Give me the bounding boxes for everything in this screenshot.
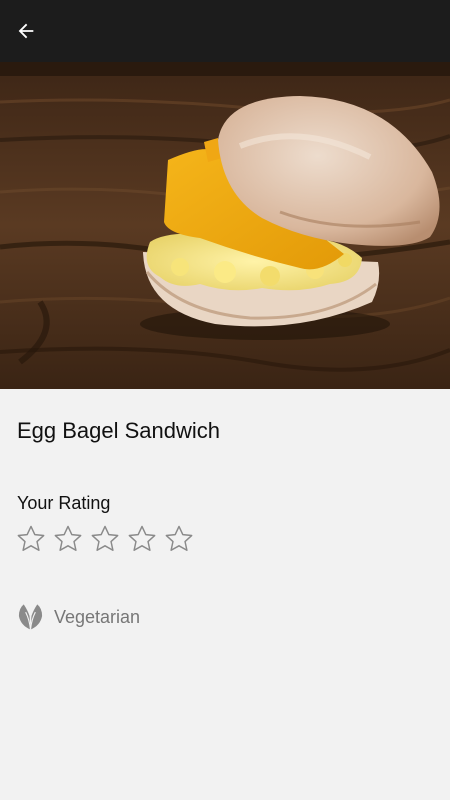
star-outline-icon[interactable] <box>163 522 195 556</box>
star-rating <box>15 522 195 558</box>
star-outline-icon[interactable] <box>15 522 47 556</box>
dietary-label: Vegetarian <box>54 606 141 627</box>
vegetarian-leaf-icon <box>18 604 43 630</box>
app-bar <box>0 0 450 62</box>
rating-label: Your Rating <box>17 493 111 513</box>
arrow-left-icon <box>18 23 34 39</box>
star-outline-icon[interactable] <box>52 522 84 556</box>
star-outline-icon[interactable] <box>126 522 158 556</box>
item-title: Egg Bagel Sandwich <box>17 418 221 443</box>
hero-image <box>0 62 450 389</box>
star-outline-icon[interactable] <box>89 522 121 556</box>
dietary-badge: Vegetarian <box>16 601 140 633</box>
back-button[interactable] <box>10 15 42 47</box>
sandwich-photo <box>0 62 450 389</box>
